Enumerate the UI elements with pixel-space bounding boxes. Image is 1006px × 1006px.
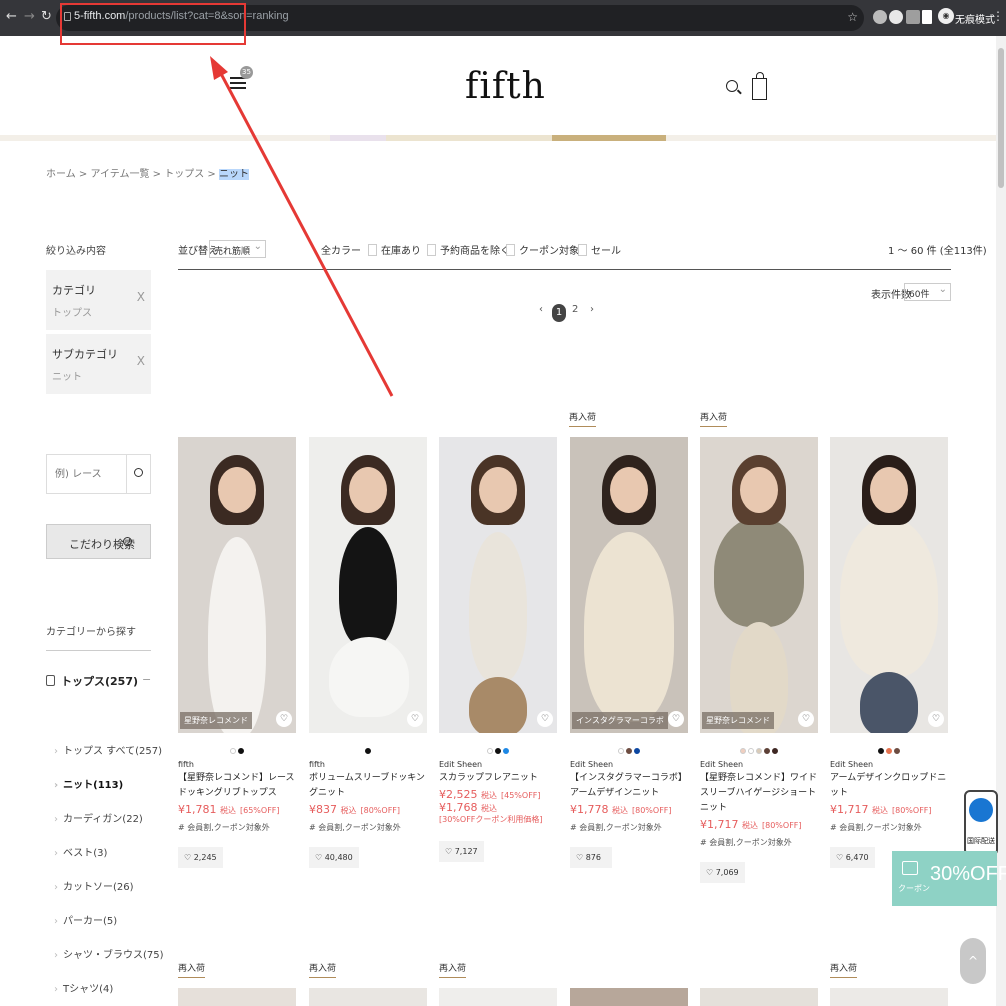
annotation-arrow (210, 56, 394, 397)
